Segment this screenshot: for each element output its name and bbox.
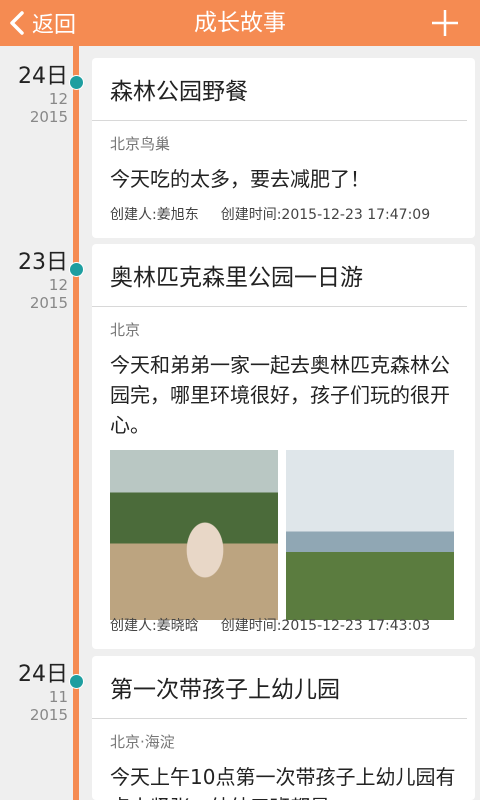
page-title: 成长故事 xyxy=(194,10,286,36)
entry-date: 24日 12 2015 xyxy=(0,58,68,126)
story-location: 北京鸟巢 xyxy=(110,135,171,153)
entry-date: 24日 11 2015 xyxy=(0,656,68,724)
entry-year: 2015 xyxy=(29,294,68,312)
story-created-time: 创建时间:2015-12-23 17:47:09 xyxy=(220,207,431,223)
entry-date: 23日 12 2015 xyxy=(0,244,68,312)
entry-year: 2015 xyxy=(29,108,68,126)
entry-year: 2015 xyxy=(29,706,68,724)
timeline-dot xyxy=(69,262,84,277)
story-location: 北京·海淀 xyxy=(110,733,175,751)
story-title: 第一次带孩子上幼儿园 xyxy=(92,656,467,719)
timeline-dot xyxy=(69,75,84,90)
story-created-time: 创建时间:2015-12-23 17:43:03 xyxy=(220,618,431,634)
entry-month: 11 xyxy=(48,688,68,706)
entry-day: 24日 xyxy=(18,64,68,89)
story-creator: 创建人:姜晓晗 xyxy=(110,618,199,634)
story-photo[interactable] xyxy=(286,450,454,620)
story-card[interactable]: 森林公园野餐 北京鸟巢 今天吃的太多，要去减肥了！ 创建人:姜旭东 创建时间:2… xyxy=(92,58,475,238)
story-photos xyxy=(92,440,475,620)
story-title: 森林公园野餐 xyxy=(92,58,467,121)
story-location: 北京 xyxy=(110,321,141,339)
story-meta: 创建人:姜旭东 创建时间:2015-12-23 17:47:09 xyxy=(92,204,430,224)
plus-icon[interactable] xyxy=(430,8,460,38)
entry-day: 24日 xyxy=(18,662,68,687)
entry-day: 23日 xyxy=(18,250,68,275)
story-card[interactable]: 奥林匹克森里公园一日游 北京 今天和弟弟一家一起去奥林匹克森林公园完，哪里环境很… xyxy=(92,244,475,649)
story-photo[interactable] xyxy=(110,450,278,620)
navigation-bar: 返回 成长故事 xyxy=(0,0,480,46)
story-text: 今天上午10点第一次带孩子上幼儿园有点小紧张，幼幼五班都是 xyxy=(110,765,456,800)
story-text: 今天和弟弟一家一起去奥林匹克森林公园完，哪里环境很好，孩子们玩的很开心。 xyxy=(110,353,450,437)
story-text: 今天吃的太多，要去减肥了！ xyxy=(110,167,370,191)
story-meta: 创建人:姜晓晗 创建时间:2015-12-23 17:43:03 xyxy=(92,615,430,635)
story-creator: 创建人:姜旭东 xyxy=(110,207,199,223)
timeline-dot xyxy=(69,674,84,689)
story-card[interactable]: 第一次带孩子上幼儿园 北京·海淀 今天上午10点第一次带孩子上幼儿园有点小紧张，… xyxy=(92,656,475,800)
entry-month: 12 xyxy=(48,90,68,108)
story-title: 奥林匹克森里公园一日游 xyxy=(92,244,467,307)
entry-month: 12 xyxy=(48,276,68,294)
